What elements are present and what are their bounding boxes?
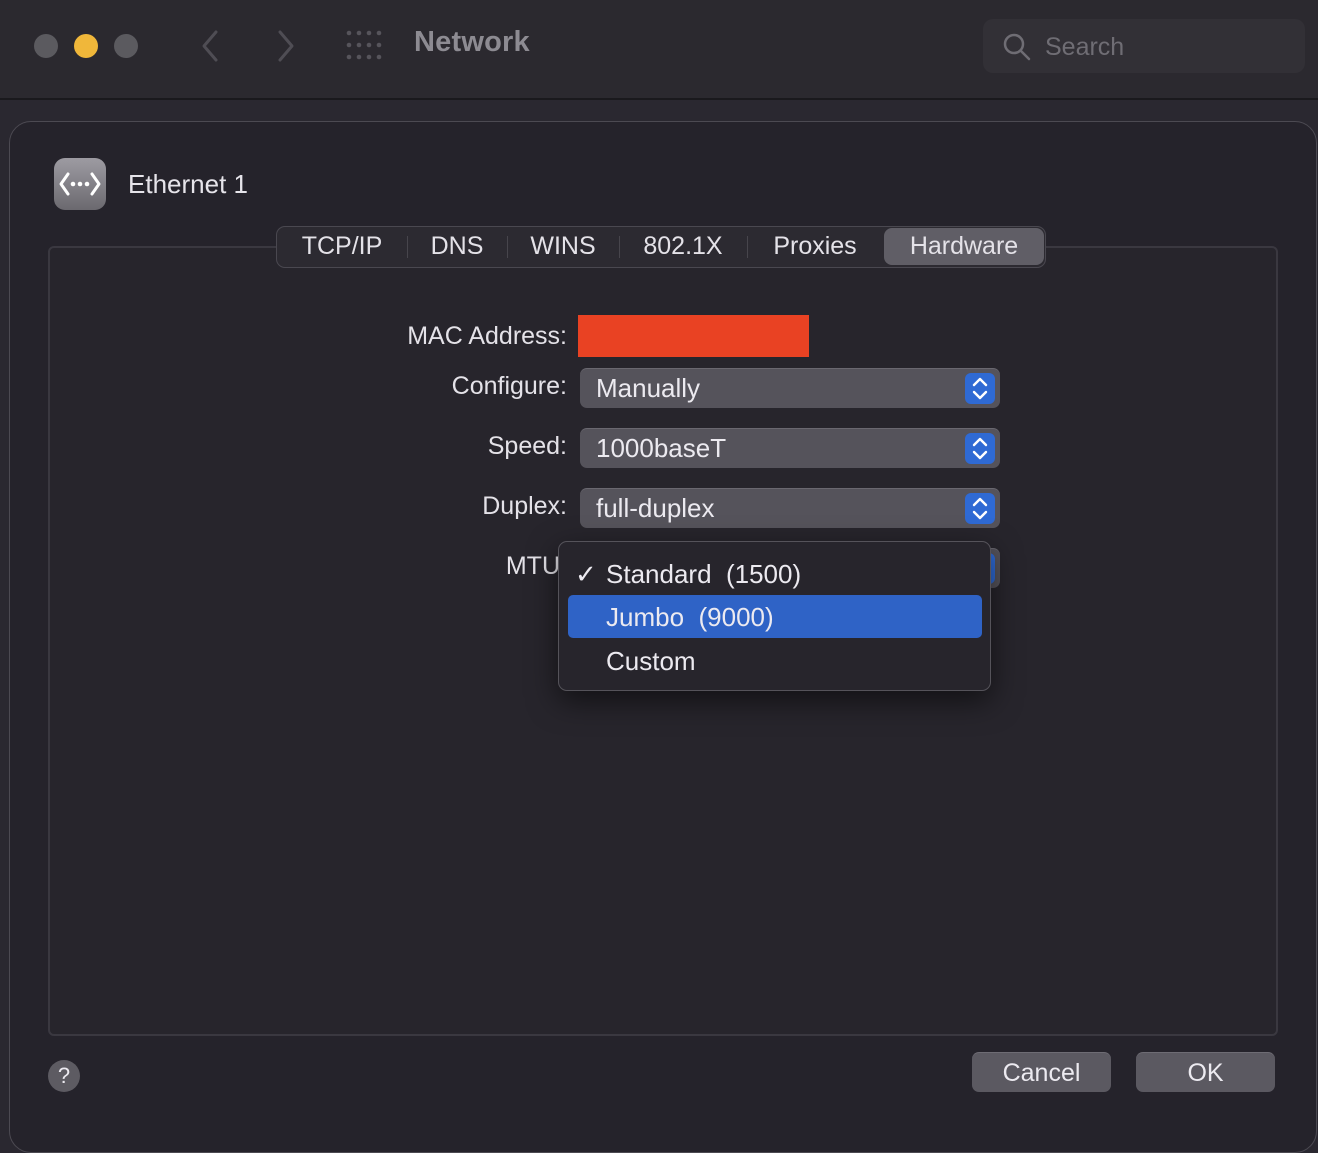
help-button[interactable]: ? (48, 1060, 80, 1092)
tab-wins[interactable]: WINS (507, 227, 619, 266)
search-icon (1003, 33, 1031, 61)
mac-address-redacted (578, 315, 809, 357)
duplex-popup[interactable]: full-duplex (580, 488, 1000, 528)
grid-icon (346, 30, 382, 60)
chevron-up-down-icon (972, 497, 988, 520)
tab-tcpip[interactable]: TCP/IP (277, 227, 407, 266)
duplex-label: Duplex: (482, 492, 567, 520)
configure-popup[interactable]: Manually (580, 368, 1000, 408)
duplex-value: full-duplex (596, 493, 715, 523)
speed-label: Speed: (487, 432, 567, 460)
menu-item-standard[interactable]: ✓ Standard (1500) (568, 552, 982, 595)
menu-item-label: Jumbo (9000) (606, 602, 774, 632)
tab-hardware[interactable]: Hardware (884, 228, 1044, 265)
mtu-dropdown-menu: ✓ Standard (1500) Jumbo (9000) Custom (558, 541, 991, 691)
mtu-label: MTU (505, 552, 560, 580)
ok-button[interactable]: OK (1136, 1052, 1275, 1092)
ethernet-icon (54, 158, 106, 210)
configure-value: Manually (596, 373, 701, 403)
minimize-window-button[interactable] (74, 34, 98, 58)
popup-stepper (965, 373, 995, 404)
close-window-button[interactable] (34, 34, 58, 58)
chevron-up-down-icon (972, 377, 988, 400)
service-name: Ethernet 1 (128, 169, 248, 199)
menu-item-label: Standard (1500) (606, 559, 802, 589)
checkmark-icon: ✓ (575, 559, 597, 589)
speed-popup[interactable]: 1000baseT (580, 428, 1000, 468)
popup-stepper (965, 433, 995, 464)
speed-value: 1000baseT (596, 433, 727, 463)
forward-button[interactable] (270, 28, 300, 64)
configure-label: Configure: (451, 372, 567, 400)
show-all-button[interactable] (346, 30, 384, 60)
chevron-up-down-icon (972, 437, 988, 460)
chevron-left-icon (202, 30, 218, 62)
zoom-window-button[interactable] (114, 34, 138, 58)
tab-dns[interactable]: DNS (407, 227, 507, 266)
popup-stepper (965, 493, 995, 524)
tab-bar: TCP/IP DNS WINS 802.1X Proxies Hardware (276, 226, 1046, 268)
menu-item-custom[interactable]: Custom (568, 639, 982, 682)
mac-address-label: MAC Address: (407, 322, 567, 350)
search-input[interactable] (1043, 28, 1287, 66)
tab-8021x[interactable]: 802.1X (619, 227, 747, 266)
cancel-button[interactable]: Cancel (972, 1052, 1111, 1092)
menu-item-jumbo[interactable]: Jumbo (9000) (568, 595, 982, 638)
window-titlebar: Network (0, 0, 1318, 100)
back-button[interactable] (196, 28, 226, 64)
search-field[interactable] (983, 19, 1305, 73)
window-title: Network (414, 26, 530, 58)
menu-item-label: Custom (606, 646, 696, 676)
tab-proxies[interactable]: Proxies (747, 227, 883, 266)
chevron-right-icon (278, 30, 294, 62)
